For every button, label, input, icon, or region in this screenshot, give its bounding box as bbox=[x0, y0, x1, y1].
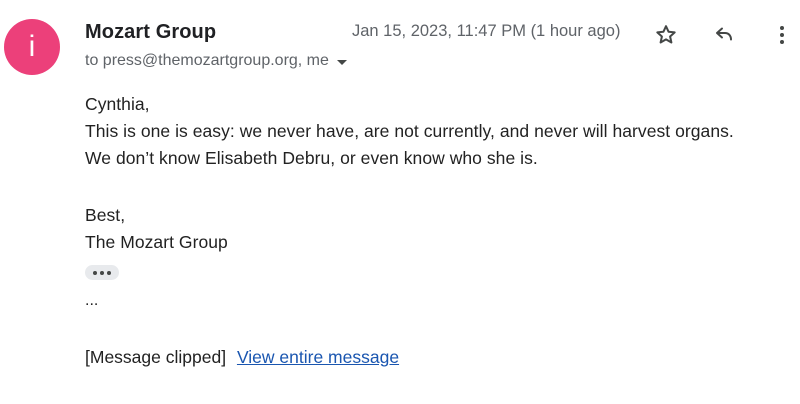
ellipsis-icon[interactable] bbox=[85, 265, 119, 280]
star-icon[interactable] bbox=[652, 21, 680, 49]
sender-name[interactable]: Mozart Group bbox=[85, 21, 216, 44]
message-line-2: We don’t know Elisabeth Debru, or even k… bbox=[85, 148, 538, 168]
message-date: Jan 15, 2023, 11:47 PM (1 hour ago) bbox=[352, 22, 621, 40]
clipped-label: [Message clipped] bbox=[85, 347, 227, 367]
view-entire-message-link[interactable]: View entire message bbox=[237, 347, 399, 367]
recipients-text: to press@themozartgroup.org, me bbox=[85, 52, 329, 69]
trailing-ellipsis: ... bbox=[85, 292, 99, 309]
more-vert-icon[interactable] bbox=[768, 21, 796, 49]
signature: The Mozart Group bbox=[85, 232, 228, 252]
caret-down-icon[interactable] bbox=[336, 59, 347, 65]
sender-avatar[interactable]: i bbox=[4, 19, 60, 75]
greeting: Cynthia, bbox=[85, 94, 150, 114]
message-line-1: This is one is easy: we never have, are … bbox=[85, 121, 734, 141]
reply-icon[interactable] bbox=[710, 21, 738, 49]
signoff: Best, bbox=[85, 205, 126, 225]
recipient-details[interactable]: to press@themozartgroup.org, me bbox=[85, 52, 347, 70]
clipped-notice: [Message clipped] View entire message bbox=[85, 347, 399, 368]
